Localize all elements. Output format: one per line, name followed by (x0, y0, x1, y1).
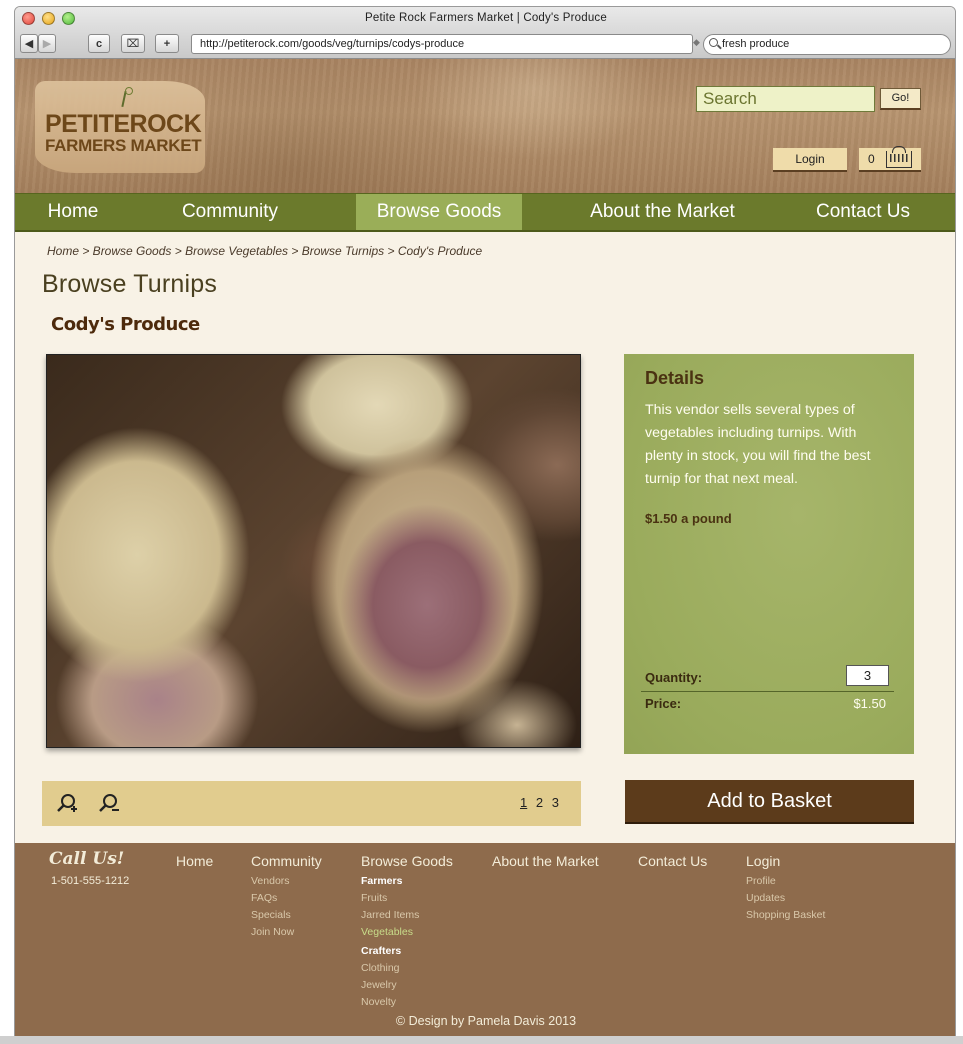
page-title: Browse Turnips (42, 270, 218, 298)
footer-link-profile[interactable]: Profile (746, 873, 825, 890)
site-footer: Call Us! 1-501-555-1212 Home Community V… (15, 843, 955, 1043)
site-logo[interactable]: PETITEROCK FARMERS MARKET (35, 81, 205, 173)
nav-contact-us[interactable]: Contact Us (798, 194, 928, 230)
footer-link-updates[interactable]: Updates (746, 890, 825, 907)
page-link-2[interactable]: 2 (536, 795, 543, 810)
photo-toolbar: 1 2 3 (42, 781, 581, 826)
nav-about-the-market[interactable]: About the Market (570, 194, 755, 230)
footer-login-link[interactable]: Login (746, 853, 780, 869)
zoom-out-icon[interactable] (98, 792, 120, 814)
window-bottom-edge (0, 1036, 963, 1044)
add-to-basket-button[interactable]: Add to Basket (625, 780, 914, 824)
footer-about-link[interactable]: About the Market (492, 853, 599, 869)
bookmark-button[interactable]: ⌧ (121, 34, 145, 53)
footer-browse-goods-link[interactable]: Browse Goods (361, 853, 453, 869)
basket-button[interactable]: 0 (859, 146, 921, 172)
footer-link-jewelry[interactable]: Jewelry (361, 977, 419, 994)
footer-browse-list: Farmers Fruits Jarred Items Vegetables C… (361, 873, 419, 1011)
search-go-button[interactable]: Go! (880, 88, 921, 110)
footer-login-list: Profile Updates Shopping Basket (746, 873, 825, 924)
footer-link-fruits[interactable]: Fruits (361, 890, 419, 907)
add-bookmark-button[interactable]: + (155, 34, 179, 53)
footer-link-clothing[interactable]: Clothing (361, 960, 419, 977)
details-title: Details (645, 368, 705, 388)
forward-button[interactable]: ▶ (38, 34, 56, 53)
main-nav: Home Community Browse Goods About the Ma… (15, 193, 955, 232)
page-link-1[interactable]: 1 (520, 795, 527, 810)
footer-link-novelty[interactable]: Novelty (361, 994, 419, 1011)
logo-line-2: FARMERS MARKET (45, 136, 202, 155)
breadcrumb[interactable]: Home > Browse Goods > Browse Vegetables … (47, 244, 482, 258)
window-title: Petite Rock Farmers Market | Cody's Prod… (365, 12, 607, 24)
vendor-name: Cody's Produce (51, 314, 200, 335)
footer-link-jarred-items[interactable]: Jarred Items (361, 907, 419, 924)
unit-price: $1.50 a pound (645, 511, 732, 526)
price-value: $1.50 (853, 696, 886, 711)
details-divider (641, 691, 894, 692)
zoom-in-icon[interactable] (56, 792, 78, 814)
nav-community[interactable]: Community (165, 194, 295, 230)
footer-link-vendors[interactable]: Vendors (251, 873, 294, 890)
logo-line-1: PETITEROCK (45, 110, 202, 138)
footer-link-join-now[interactable]: Join Now (251, 924, 294, 941)
price-label: Price: (645, 696, 682, 711)
product-photo[interactable] (46, 354, 581, 748)
quantity-label: Quantity: (645, 670, 703, 685)
basket-count: 0 (868, 152, 875, 166)
footer-community-list: Vendors FAQs Specials Join Now (251, 873, 294, 941)
address-bar[interactable]: http://petiterock.com/goods/veg/turnips/… (191, 34, 693, 54)
site-header: PETITEROCK FARMERS MARKET Search Go! Log… (15, 59, 955, 193)
nav-browse-goods[interactable]: Browse Goods (356, 194, 522, 230)
quantity-input[interactable]: 3 (846, 665, 889, 686)
back-button[interactable]: ◀ (20, 34, 38, 53)
photo-pager: 1 2 3 (520, 795, 559, 810)
footer-link-specials[interactable]: Specials (251, 907, 294, 924)
page-link-3[interactable]: 3 (552, 795, 559, 810)
browser-window: Petite Rock Farmers Market | Cody's Prod… (14, 6, 956, 1044)
browser-search-value: fresh produce (722, 38, 790, 50)
footer-home-link[interactable]: Home (176, 853, 213, 869)
rss-icon[interactable]: ◆ (693, 37, 703, 51)
footer-link-faqs[interactable]: FAQs (251, 890, 294, 907)
phone-number[interactable]: 1-501-555-1212 (51, 875, 129, 887)
footer-contact-link[interactable]: Contact Us (638, 853, 707, 869)
footer-link-farmers[interactable]: Farmers (361, 873, 419, 890)
reload-button[interactable]: c (88, 34, 110, 53)
basket-icon (886, 146, 912, 168)
nav-home[interactable]: Home (27, 194, 119, 230)
details-description: This vendor sells several types of veget… (645, 402, 871, 487)
footer-link-crafters[interactable]: Crafters (361, 943, 419, 960)
call-us-heading: Call Us! (49, 849, 125, 869)
browser-titlebar: Petite Rock Farmers Market | Cody's Prod… (15, 7, 955, 59)
footer-link-vegetables[interactable]: Vegetables (361, 924, 419, 941)
footer-community-link[interactable]: Community (251, 853, 322, 869)
search-icon (709, 38, 718, 47)
login-button[interactable]: Login (773, 148, 847, 172)
details-panel: Details This vendor sells several types … (624, 354, 914, 754)
sprout-icon (117, 87, 133, 107)
site-search-input[interactable]: Search (696, 86, 875, 112)
copyright: © Design by Pamela Davis 2013 (395, 1014, 577, 1028)
browser-search-field[interactable]: fresh produce (703, 34, 951, 55)
footer-link-shopping-basket[interactable]: Shopping Basket (746, 907, 825, 924)
